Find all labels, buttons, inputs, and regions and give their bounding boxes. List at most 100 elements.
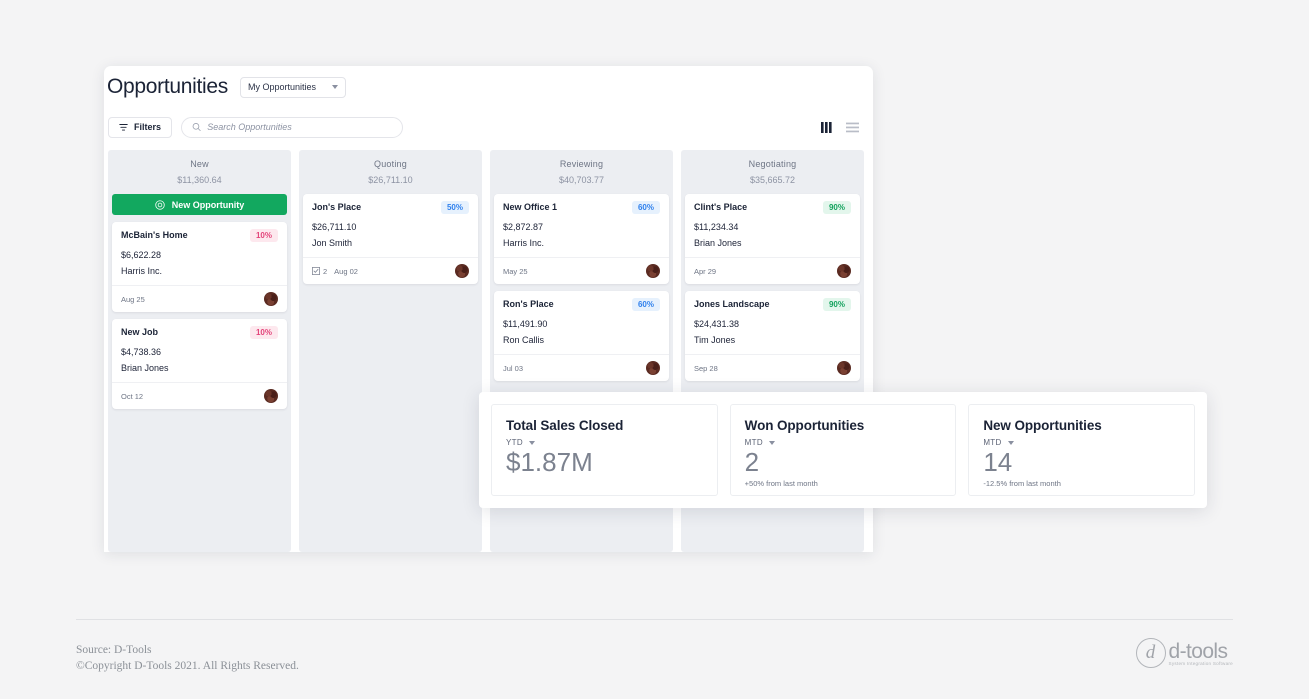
opportunity-card[interactable]: Ron's Place 60% $11,491.90 Ron Callis Jul 03 xyxy=(494,291,669,381)
stat-period-selector[interactable]: MTD xyxy=(983,438,1180,447)
stat-delta: +50% from last month xyxy=(744,479,818,489)
stats-overlay: Total Sales Closed YTD $1.87M Won Opportuni… xyxy=(479,392,1207,508)
card-amount: $24,431.38 xyxy=(694,319,740,329)
stat-period-label: YTD xyxy=(506,438,523,447)
stat-card: Total Sales Closed YTD $1.87M xyxy=(491,404,718,496)
stat-period-label: MTD xyxy=(983,438,1002,447)
column-title: Quoting xyxy=(374,159,407,169)
card-client: Brian Jones xyxy=(694,238,742,248)
column-title: New xyxy=(190,159,209,169)
opportunity-card[interactable]: McBain's Home 10% $6,622.28 Harris Inc. Aug … xyxy=(112,222,287,312)
card-date: Aug 02 xyxy=(334,266,358,276)
search-input[interactable] xyxy=(207,122,393,132)
stat-title: Won Opportunities xyxy=(744,418,865,433)
card-date: Aug 25 xyxy=(121,294,145,304)
opportunity-card[interactable]: New Job 10% $4,738.36 Brian Jones Oct 12 xyxy=(112,319,287,409)
checklist-icon xyxy=(312,267,320,275)
card-client: Jon Smith xyxy=(312,238,353,248)
column-header: Quoting $26,711.10 xyxy=(303,150,478,194)
stat-card: New Opportunities MTD 14 -12.5% from last m… xyxy=(968,404,1196,496)
card-client: Ron Callis xyxy=(503,335,545,345)
probability-badge: 60% xyxy=(631,298,660,311)
filter-icon xyxy=(119,123,128,130)
target-circle-icon xyxy=(155,199,165,210)
card-body: Jones Landscape 90% $24,431.38 Tim Jones xyxy=(685,291,860,354)
probability-badge: 90% xyxy=(822,201,851,214)
card-footer: Jul 03 xyxy=(494,354,669,381)
view-toggles xyxy=(821,121,859,133)
stat-period-selector[interactable]: YTD xyxy=(506,438,703,447)
scope-select-label: My Opportunities xyxy=(248,82,317,92)
card-client: Brian Jones xyxy=(121,363,169,373)
avatar xyxy=(646,264,660,278)
kanban-column: New $11,360.64 New Opportunity McBain's Hom… xyxy=(108,150,291,552)
card-amount: $4,738.36 xyxy=(121,347,162,357)
card-amount: $26,711.10 xyxy=(312,222,357,232)
opportunity-card[interactable]: New Office 1 60% $2,872.87 Harris Inc. May 2… xyxy=(494,194,669,284)
card-body: McBain's Home 10% $6,622.28 Harris Inc. xyxy=(112,222,287,285)
card-body: Ron's Place 60% $11,491.90 Ron Callis xyxy=(494,291,669,354)
footer-divider xyxy=(76,619,1233,620)
filters-button[interactable]: Filters xyxy=(108,116,173,138)
card-footer: 2 Aug 02 xyxy=(303,257,478,284)
column-header: New $11,360.64 xyxy=(112,150,287,194)
avatar xyxy=(264,292,278,306)
card-date: May 25 xyxy=(503,266,528,276)
new-opportunity-button[interactable]: New Opportunity xyxy=(112,194,287,215)
card-body: New Job 10% $4,738.36 Brian Jones xyxy=(112,319,287,382)
chevron-down-icon xyxy=(768,440,775,445)
card-date: Sep 28 xyxy=(694,363,718,373)
chevron-down-icon xyxy=(1007,440,1014,445)
opportunity-card[interactable]: Clint's Place 90% $11,234.34 Brian Jones Apr… xyxy=(685,194,860,284)
column-total: $40,703.77 xyxy=(558,175,605,185)
card-footer: Aug 25 xyxy=(112,285,287,312)
avatar xyxy=(264,389,278,403)
columns-view-icon[interactable] xyxy=(821,121,834,133)
page-root: Opportunities My Opportunities Filters S… xyxy=(0,0,1309,699)
avatar xyxy=(455,264,469,278)
card-body: Clint's Place 90% $11,234.34 Brian Jones xyxy=(685,194,860,257)
logo-mark-icon: d xyxy=(1135,638,1166,668)
card-date: Oct 12 xyxy=(121,391,144,401)
stat-title: Total Sales Closed xyxy=(506,418,624,433)
card-amount: $11,491.90 xyxy=(503,319,548,329)
opportunity-card[interactable]: Jones Landscape 90% $24,431.38 Tim Jones Sep… xyxy=(685,291,860,381)
card-date: Jul 03 xyxy=(503,363,524,373)
task-count-value: 2 xyxy=(323,266,328,276)
probability-badge: 10% xyxy=(249,326,278,339)
column-header: Negotiating $35,665.72 xyxy=(685,150,860,194)
scope-select-my-opportunities[interactable]: My Opportunities xyxy=(240,76,347,98)
search-icon xyxy=(192,123,201,132)
card-client: Harris Inc. xyxy=(503,238,545,248)
stat-value: 2 xyxy=(744,447,760,477)
card-footer: Sep 28 xyxy=(685,354,860,381)
stat-value: $1.87M xyxy=(506,447,593,477)
card-amount: $2,872.87 xyxy=(503,222,544,232)
column-title: Negotiating xyxy=(748,159,797,169)
page-title: Opportunities xyxy=(107,75,229,98)
list-view-icon[interactable] xyxy=(846,122,859,133)
stat-title: New Opportunities xyxy=(983,418,1102,433)
stat-period-label: MTD xyxy=(744,438,763,447)
card-footer: Oct 12 xyxy=(112,382,287,409)
probability-badge: 10% xyxy=(249,229,278,242)
stat-value: 14 xyxy=(983,447,1013,477)
column-total: $11,360.64 xyxy=(177,175,222,185)
task-count: 2 xyxy=(312,267,327,276)
probability-badge: 60% xyxy=(631,201,660,214)
card-footer: May 25 xyxy=(494,257,669,284)
search-box[interactable] xyxy=(181,116,404,138)
stat-period-selector[interactable]: MTD xyxy=(745,438,942,447)
avatar xyxy=(837,264,851,278)
new-opportunity-label: New Opportunity xyxy=(171,199,245,210)
column-total: $35,665.72 xyxy=(749,175,796,185)
avatar xyxy=(646,361,660,375)
card-client: Tim Jones xyxy=(694,335,736,345)
stat-delta: -12.5% from last month xyxy=(983,479,1061,489)
d-tools-logo: d d-tools System Integration Software xyxy=(1135,638,1233,668)
footer-copyright: ©Copyright D-Tools 2021. All Rights Rese… xyxy=(76,660,299,673)
card-footer: Apr 29 xyxy=(685,257,860,284)
kanban-column: Quoting $26,711.10 Jon's Place 50% $26,711.1… xyxy=(299,150,482,552)
opportunity-card[interactable]: Jon's Place 50% $26,711.10 Jon Smith 2 Aug 02 xyxy=(303,194,478,284)
card-amount: $6,622.28 xyxy=(121,250,162,260)
